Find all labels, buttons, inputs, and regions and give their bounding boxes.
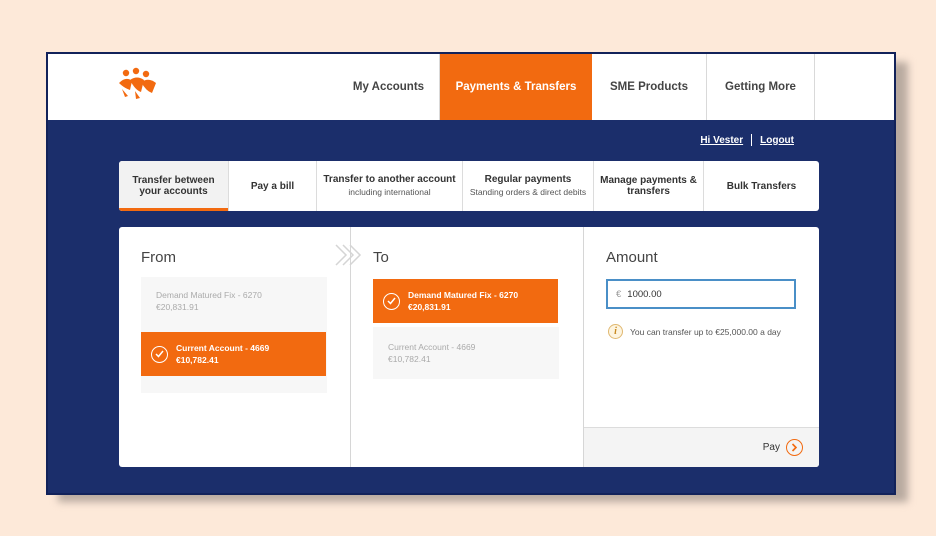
tab-transfer-another-account[interactable]: Transfer to another account including in… bbox=[317, 161, 463, 211]
pay-bar: Pay bbox=[584, 427, 819, 467]
logout-link[interactable]: Logout bbox=[760, 135, 794, 146]
app-window: My Accounts Payments & Transfers SME Pro… bbox=[46, 52, 896, 495]
tab-manage-payments[interactable]: Manage payments & transfers bbox=[594, 161, 704, 211]
from-account-selected[interactable]: Current Account - 4669 €10,782.41 bbox=[141, 332, 326, 376]
divider bbox=[751, 134, 753, 146]
account-balance: €10,782.41 bbox=[388, 354, 431, 364]
to-account-selected[interactable]: Demand Matured Fix - 6270 €20,831.91 bbox=[373, 279, 558, 323]
from-title: From bbox=[141, 249, 176, 266]
check-circle-icon bbox=[151, 345, 168, 363]
account-balance: €20,831.91 bbox=[408, 302, 451, 312]
chevron-right-icon bbox=[335, 244, 362, 266]
tab-title: Pay a bill bbox=[250, 180, 295, 192]
account-balance: €20,831.91 bbox=[156, 302, 199, 312]
nav-payments-transfers[interactable]: Payments & Transfers bbox=[440, 54, 592, 120]
to-account-option[interactable]: Current Account - 4669 €10,782.41 bbox=[388, 341, 475, 365]
account-name: Current Account - 4669 bbox=[176, 343, 270, 353]
tab-title: Bulk Transfers bbox=[726, 180, 797, 192]
pay-label: Pay bbox=[762, 442, 780, 453]
currency-symbol: € bbox=[616, 288, 622, 300]
tab-title: Transfer to another account bbox=[323, 174, 456, 185]
transfer-panel: From Demand Matured Fix - 6270 €20,831.9… bbox=[119, 227, 819, 467]
tab-title: Regular payments bbox=[484, 174, 572, 185]
tab-subtitle: including international bbox=[348, 187, 431, 197]
info-text: You can transfer up to €25,000.00 a day bbox=[630, 326, 781, 337]
transfer-type-tabs: Transfer between your accounts Pay a bil… bbox=[119, 161, 819, 211]
from-column: From Demand Matured Fix - 6270 €20,831.9… bbox=[119, 227, 351, 467]
check-circle-icon bbox=[383, 292, 400, 310]
transfer-limit-info: i You can transfer up to €25,000.00 a da… bbox=[608, 324, 781, 339]
tab-bulk-transfers[interactable]: Bulk Transfers bbox=[704, 161, 819, 211]
nav-getting-more[interactable]: Getting More bbox=[707, 54, 815, 120]
logo-icon[interactable] bbox=[116, 66, 160, 100]
amount-column: Amount € 1000.00 i You can transfer up t… bbox=[584, 227, 819, 467]
tab-title: Transfer between your accounts bbox=[132, 175, 215, 197]
to-column: To Demand Matured Fix - 6270 €20,831.91 … bbox=[335, 227, 584, 467]
arrow-right-circle-icon bbox=[786, 439, 803, 456]
account-balance: €10,782.41 bbox=[176, 355, 219, 365]
main-nav: My Accounts Payments & Transfers SME Pro… bbox=[338, 54, 815, 120]
tab-transfer-between-accounts[interactable]: Transfer between your accounts bbox=[119, 161, 229, 211]
user-links: Hi Vester Logout bbox=[700, 134, 794, 146]
info-icon: i bbox=[608, 324, 623, 339]
pay-button[interactable]: Pay bbox=[763, 439, 803, 456]
amount-value: 1000.00 bbox=[627, 288, 662, 300]
tab-title: Manage payments & transfers bbox=[600, 175, 697, 197]
account-name: Current Account - 4669 bbox=[388, 342, 476, 352]
amount-input[interactable]: € 1000.00 bbox=[606, 279, 796, 309]
tab-regular-payments[interactable]: Regular payments Standing orders & direc… bbox=[463, 161, 594, 211]
nav-sme-products[interactable]: SME Products bbox=[592, 54, 707, 120]
tab-subtitle: Standing orders & direct debits bbox=[469, 187, 587, 197]
tab-pay-a-bill[interactable]: Pay a bill bbox=[229, 161, 317, 211]
nav-my-accounts[interactable]: My Accounts bbox=[338, 54, 440, 120]
to-title: To bbox=[373, 249, 389, 266]
account-name: Demand Matured Fix - 6270 bbox=[156, 290, 262, 300]
account-name: Demand Matured Fix - 6270 bbox=[408, 290, 519, 300]
top-navigation-bar: My Accounts Payments & Transfers SME Pro… bbox=[48, 54, 894, 120]
from-account-option[interactable]: Demand Matured Fix - 6270 €20,831.91 bbox=[156, 289, 262, 313]
user-greeting-link[interactable]: Hi Vester bbox=[700, 135, 743, 146]
amount-title: Amount bbox=[606, 249, 658, 266]
